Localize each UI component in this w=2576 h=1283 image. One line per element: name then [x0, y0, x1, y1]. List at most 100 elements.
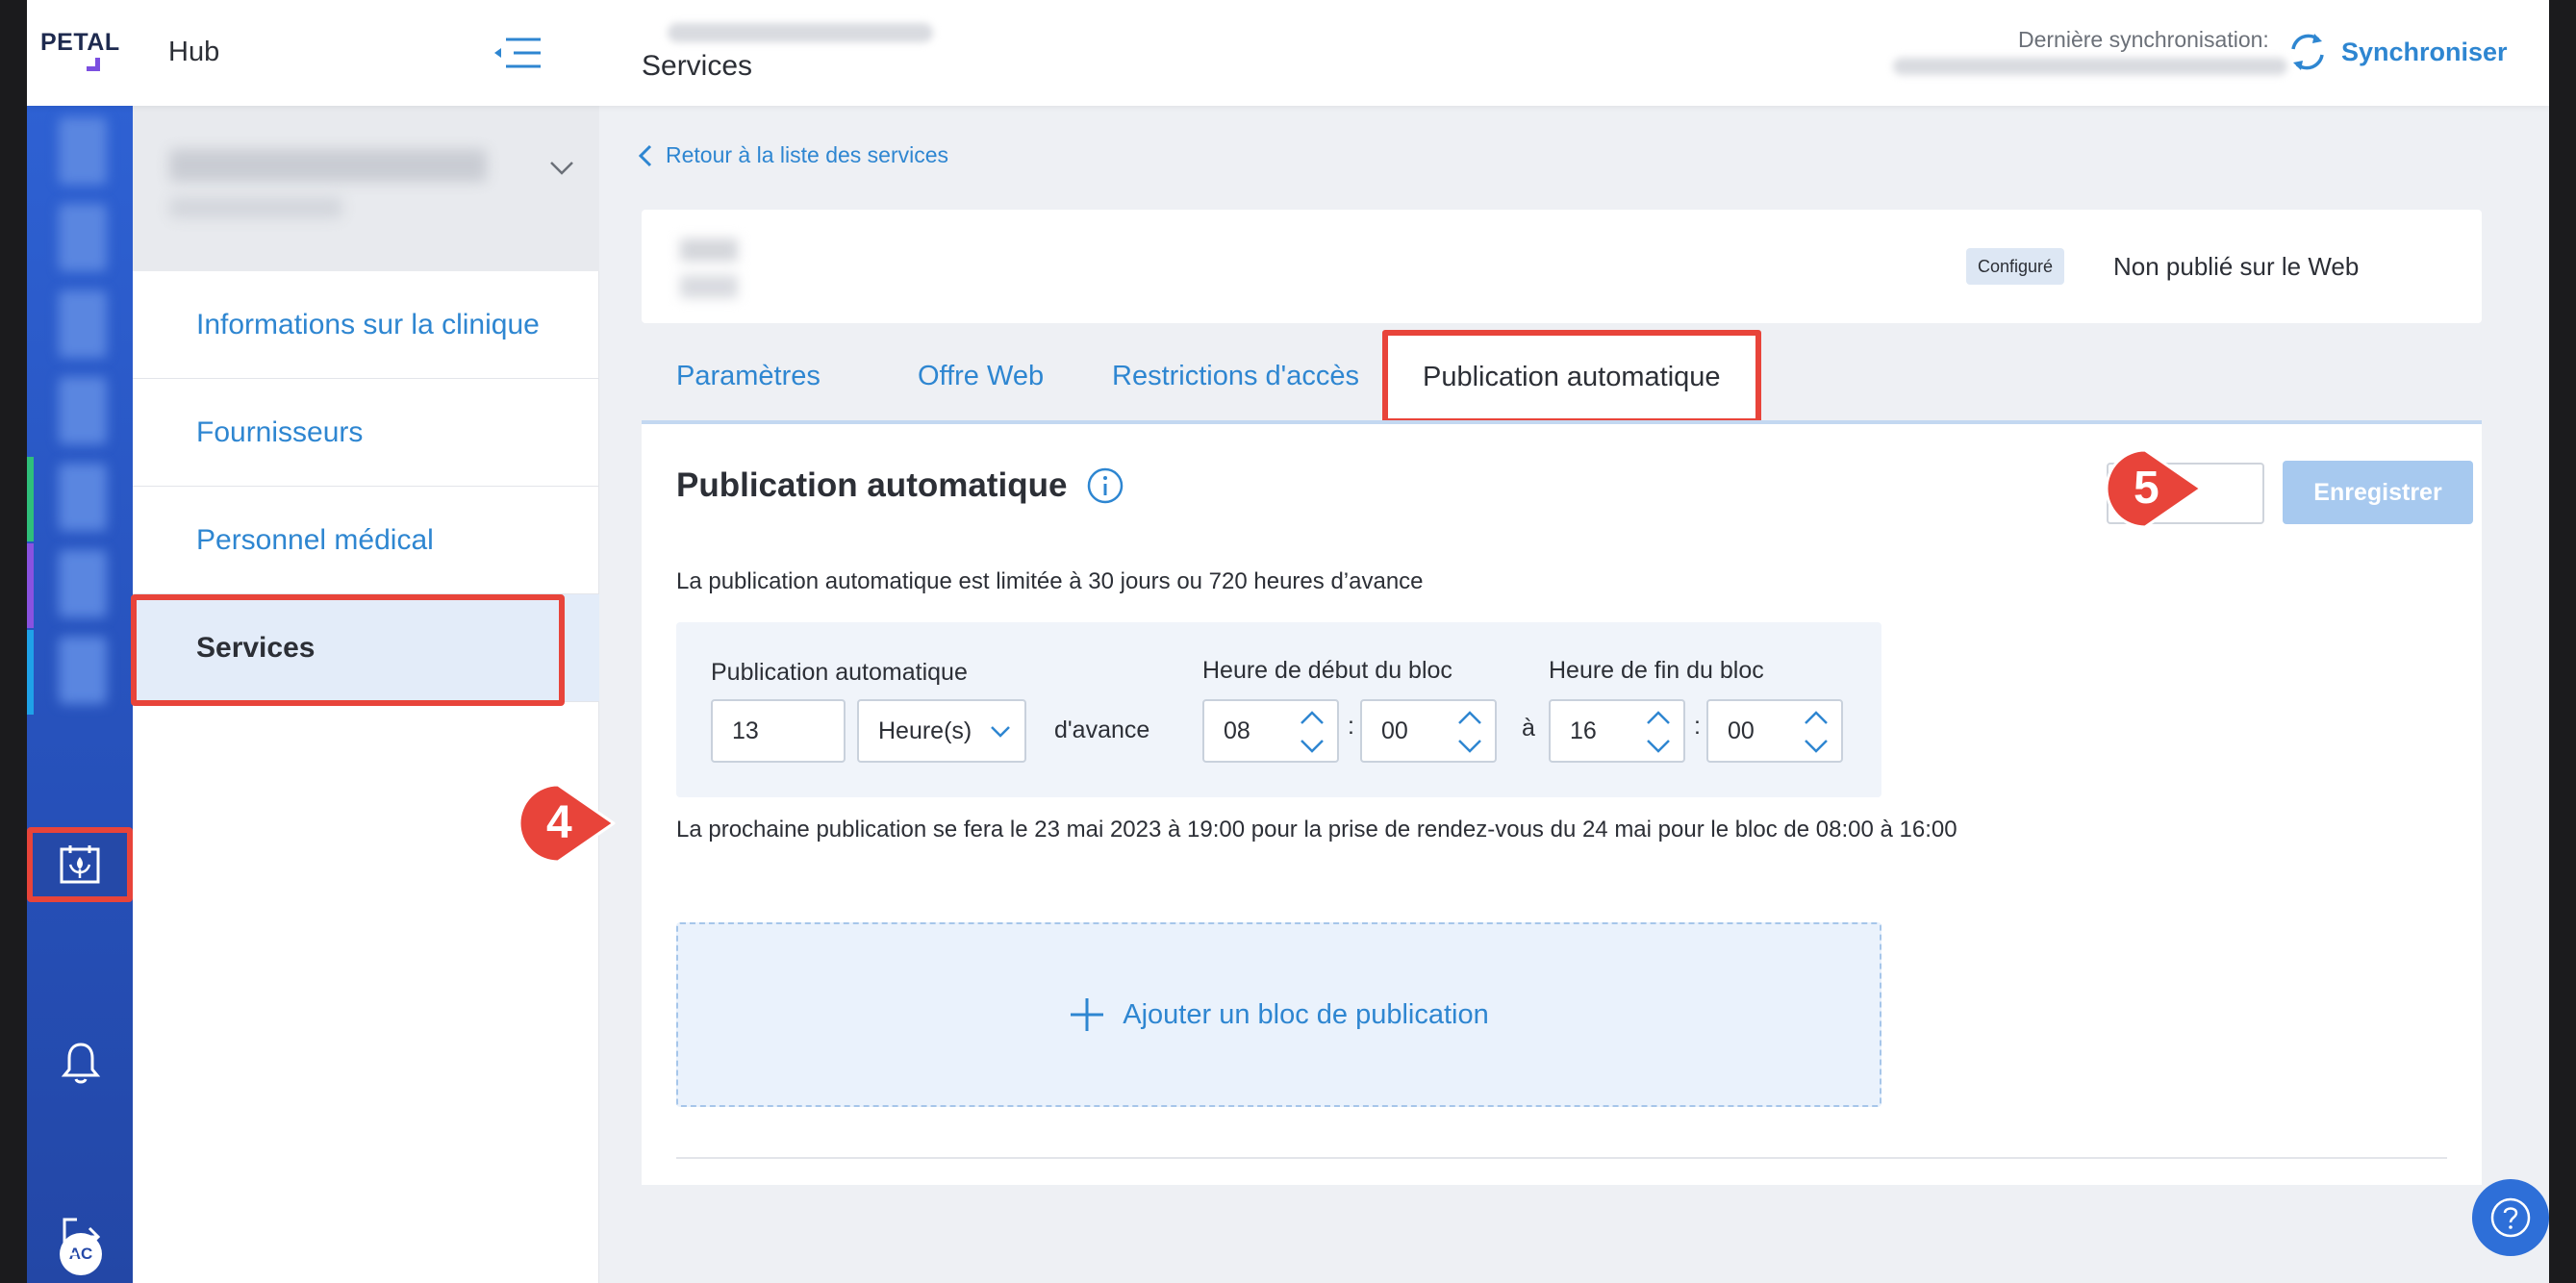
rail-accent: [27, 630, 34, 715]
step-callout-4: 4: [518, 781, 618, 866]
page-title: Services: [642, 50, 753, 82]
chevron-down-icon[interactable]: [1456, 738, 1483, 755]
sidebar-item-clinic-info[interactable]: Informations sur la clinique: [133, 271, 599, 379]
top-bar: PETAL Hub Services Dernière synchronisat…: [27, 0, 2549, 106]
end-hour-stepper[interactable]: [1645, 709, 1672, 755]
chevron-up-icon[interactable]: [1299, 709, 1326, 726]
petal-logo: PETAL: [40, 29, 120, 56]
sync-button-label: Synchroniser: [2341, 37, 2508, 66]
service-header-card: Configuré Non publié sur le Web: [642, 210, 2482, 323]
publication-block-config: Publication automatique 13 Heure(s) d'av…: [676, 622, 1881, 797]
blurred-text: [1893, 58, 2287, 75]
tab-access-restrictions[interactable]: Restrictions d'accès: [1112, 332, 1359, 420]
rail-app-icon[interactable]: [59, 464, 107, 531]
chevron-down-icon[interactable]: [1645, 738, 1672, 755]
app-rail: AC: [27, 106, 133, 1283]
advance-text: d'avance: [1054, 717, 1150, 743]
app-window: PETAL Hub Services Dernière synchronisat…: [27, 0, 2549, 1283]
help-button[interactable]: [2472, 1179, 2549, 1256]
sidebar-item-providers[interactable]: Fournisseurs: [133, 379, 599, 487]
rail-app-icon[interactable]: [59, 550, 107, 617]
info-icon[interactable]: [1086, 466, 1124, 505]
highlight-box: [131, 594, 565, 706]
auto-publication-label: Publication automatique: [711, 659, 968, 686]
rail-accent: [27, 457, 34, 541]
rail-app-icon[interactable]: [59, 290, 107, 358]
collapse-menu-icon[interactable]: [492, 37, 543, 69]
blurred-service-detail: [680, 275, 738, 298]
callout-number: 5: [2134, 463, 2159, 514]
rail-clinic-settings[interactable]: [27, 827, 133, 902]
sidebar-item-services[interactable]: Services: [131, 594, 599, 706]
rail-app-icon[interactable]: [59, 377, 107, 444]
start-hour-input[interactable]: 08: [1202, 699, 1339, 763]
chevron-down-icon[interactable]: [1803, 738, 1830, 755]
next-publication-summary: La prochaine publication se fera le 23 m…: [676, 817, 1957, 843]
to-text: à: [1522, 715, 1535, 742]
rail-app-icon[interactable]: [59, 637, 107, 704]
chevron-up-icon[interactable]: [1645, 709, 1672, 726]
panel-title-text: Publication automatique: [676, 466, 1068, 504]
start-hour-stepper[interactable]: [1299, 709, 1326, 755]
save-button[interactable]: Enregistrer: [2283, 461, 2473, 524]
add-publication-block-button[interactable]: Ajouter un bloc de publication: [676, 922, 1881, 1107]
end-hour-input[interactable]: 16: [1549, 699, 1685, 763]
auto-publication-panel: Publication automatique Enregistrer La p…: [642, 420, 2482, 1185]
unit-select-value: Heure(s): [878, 717, 972, 744]
tab-parameters[interactable]: Paramètres: [676, 332, 821, 420]
advance-amount-input[interactable]: 13: [711, 699, 846, 763]
advance-unit-select[interactable]: Heure(s): [857, 699, 1026, 763]
start-minute-value: 00: [1381, 717, 1408, 744]
sidebar-item-medical-staff[interactable]: Personnel médical: [133, 487, 599, 594]
add-block-label: Ajouter un bloc de publication: [1123, 998, 1489, 1030]
chevron-down-icon: [991, 726, 1010, 738]
limit-note: La publication automatique est limitée à…: [676, 568, 1424, 594]
logo-mark-icon: [87, 58, 100, 71]
clinic-selector[interactable]: [133, 106, 599, 271]
callout-number: 4: [546, 797, 572, 848]
blurred-clinic-name: [169, 149, 487, 182]
blurred-service-name: [680, 239, 738, 262]
web-publication-status: Non publié sur le Web: [2113, 252, 2360, 281]
calendar-fleur-icon: [60, 845, 100, 884]
sync-icon: [2291, 34, 2324, 70]
question-icon: [2490, 1197, 2531, 1238]
end-minute-value: 00: [1728, 717, 1755, 744]
start-hour-value: 08: [1224, 717, 1250, 744]
chevron-down-icon[interactable]: [1299, 738, 1326, 755]
rail-app-icon[interactable]: [59, 117, 107, 185]
time-separator: :: [1694, 713, 1701, 740]
start-minute-stepper[interactable]: [1456, 709, 1483, 755]
plus-icon: [1071, 998, 1104, 1031]
end-time-label: Heure de fin du bloc: [1549, 657, 1764, 684]
panel-title: Publication automatique: [676, 466, 1124, 505]
time-separator: :: [1348, 713, 1354, 740]
sync-label: Dernière synchronisation:: [2018, 27, 2269, 52]
chevron-down-icon: [550, 162, 573, 175]
chevron-up-icon[interactable]: [1456, 709, 1483, 726]
rail-app-icon[interactable]: [59, 204, 107, 271]
logout-icon[interactable]: [54, 1210, 108, 1264]
end-minute-input[interactable]: 00: [1706, 699, 1843, 763]
tab-web-offer[interactable]: Offre Web: [918, 332, 1044, 420]
blurred-clinic-subtitle: [169, 197, 342, 218]
clinic-sidebar: Informations sur la clinique Fournisseur…: [131, 106, 599, 1283]
tab-auto-publication[interactable]: Publication automatique: [1382, 330, 1761, 424]
sync-button[interactable]: Synchroniser: [2286, 25, 2508, 79]
end-hour-value: 16: [1570, 717, 1597, 744]
step-callout-5: 5: [2105, 446, 2205, 531]
divider: [676, 1157, 2447, 1159]
end-minute-stepper[interactable]: [1803, 709, 1830, 755]
blurred-text: [668, 23, 933, 42]
chevron-left-icon: [639, 144, 652, 166]
start-time-label: Heure de début du bloc: [1202, 657, 1452, 684]
start-minute-input[interactable]: 00: [1360, 699, 1497, 763]
service-tabs: Paramètres Offre Web Restrictions d'accè…: [642, 330, 2482, 424]
back-to-services-link[interactable]: Retour à la liste des services: [639, 142, 948, 168]
rail-accent: [27, 543, 34, 628]
hub-title: Hub: [168, 37, 220, 67]
back-link-label: Retour à la liste des services: [666, 142, 949, 167]
notifications-bell-icon[interactable]: [54, 1037, 108, 1091]
chevron-up-icon[interactable]: [1803, 709, 1830, 726]
status-badge: Configuré: [1966, 248, 2065, 285]
